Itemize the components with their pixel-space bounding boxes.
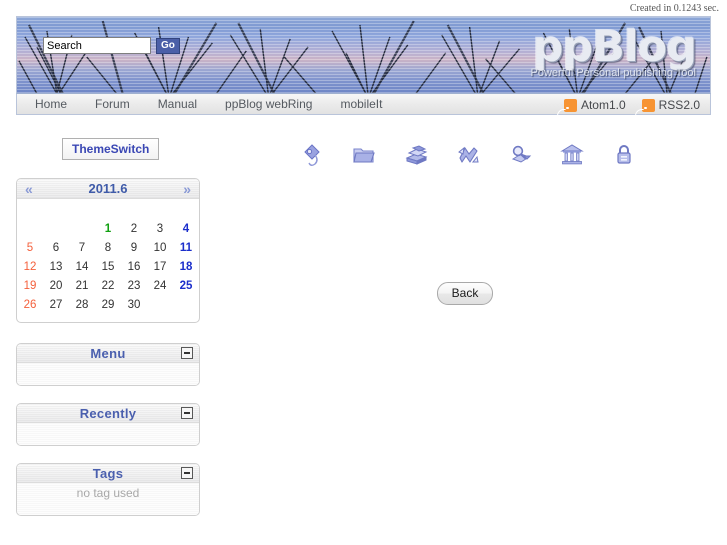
calendar-widget: « 2011.6 » 1 2 3 4 5 6 7 8 9 10 11 12 13 14 15 16 17 18 19… xyxy=(16,178,200,323)
calendar-day-cell[interactable]: 1 xyxy=(95,219,121,238)
calendar-week-row: 1234 xyxy=(17,219,199,238)
calendar-day-cell[interactable]: 12 xyxy=(17,257,43,276)
calendar-empty-cell xyxy=(17,219,43,238)
calendar-day-cell[interactable]: 9 xyxy=(121,238,147,257)
calendar-day-cell[interactable]: 20 xyxy=(43,276,69,295)
calendar-empty-cell xyxy=(69,219,95,238)
panel-tags-header: Tags xyxy=(17,464,199,483)
feed-links: Atom1.0 RSS2.0 xyxy=(548,94,700,116)
feed-link-rss-label: RSS2.0 xyxy=(658,98,700,112)
calendar-day-cell[interactable]: 8 xyxy=(95,238,121,257)
calendar-day-cell[interactable]: 23 xyxy=(121,276,147,295)
main-navigation-bar: Home Forum Manual ppBlog webRing mobileI… xyxy=(16,93,711,115)
feed-link-atom[interactable]: Atom1.0 xyxy=(563,98,626,112)
calendar-day-cell[interactable]: 28 xyxy=(69,295,95,314)
site-logo: ppBlog Powerful Personal-publishing Tool xyxy=(530,22,697,79)
calendar-header: « 2011.6 » xyxy=(17,179,199,199)
nav-item-forum[interactable]: Forum xyxy=(95,97,130,111)
calendar-day-cell[interactable]: 17 xyxy=(147,257,173,276)
panel-recently-header: Recently xyxy=(17,404,199,423)
site-logo-tagline: Powerful Personal-publishing Tool xyxy=(530,67,696,79)
nav-item-mobileit[interactable]: mobileIt xyxy=(340,97,382,111)
panel-tags-collapse-button[interactable] xyxy=(181,467,193,479)
panel-recently-collapse-button[interactable] xyxy=(181,407,193,419)
render-time-status: Created in 0.1243 sec. xyxy=(629,3,719,14)
calendar-day-cell[interactable]: 19 xyxy=(17,276,43,295)
panel-recently: Recently xyxy=(16,403,200,446)
site-banner: Go ppBlog Powerful Personal-publishing T… xyxy=(16,16,711,93)
feed-link-rss[interactable]: RSS2.0 xyxy=(641,98,700,112)
panel-menu-header: Menu xyxy=(17,344,199,363)
calendar-day-cell[interactable]: 27 xyxy=(43,295,69,314)
calendar-day-cell[interactable]: 15 xyxy=(95,257,121,276)
search-map-icon[interactable] xyxy=(508,142,532,168)
calendar-day-cell[interactable]: 21 xyxy=(69,276,95,295)
panel-menu: Menu xyxy=(16,343,200,386)
shuffle-icon[interactable] xyxy=(456,142,480,168)
content-icon-toolbar xyxy=(300,142,636,168)
panel-tags-title: Tags xyxy=(92,465,124,481)
calendar-day-cell[interactable]: 30 xyxy=(121,295,147,314)
calendar-day-cell[interactable]: 10 xyxy=(147,238,173,257)
calendar-weekday-header-row xyxy=(17,199,199,213)
calendar-prev-button[interactable]: « xyxy=(25,182,33,196)
rss-icon xyxy=(563,98,577,112)
calendar-day-cell[interactable]: 7 xyxy=(69,238,95,257)
panel-recently-body xyxy=(17,423,199,445)
panel-tags-body: no tag used xyxy=(17,483,199,515)
calendar-day-cell[interactable]: 4 xyxy=(173,219,199,238)
panel-menu-body xyxy=(17,363,199,385)
panel-menu-title: Menu xyxy=(90,345,126,361)
calendar-grid: 1 2 3 4 5 6 7 8 9 10 11 12 13 14 15 16 17 18 19 20 21 22 23 24 2… xyxy=(17,219,199,314)
site-logo-title: ppBlog xyxy=(532,22,697,72)
calendar-day-cell[interactable]: 5 xyxy=(17,238,43,257)
calendar-day-cell[interactable]: 13 xyxy=(43,257,69,276)
folder-icon[interactable] xyxy=(352,142,376,168)
calendar-day-cell[interactable]: 26 xyxy=(17,295,43,314)
calendar-week-row: 12 13 14 15 16 17 18 xyxy=(17,257,199,276)
calendar-title: 2011.6 xyxy=(88,181,128,196)
calendar-day-cell[interactable]: 11 xyxy=(173,238,199,257)
nav-item-ppblog-webring[interactable]: ppBlog webRing xyxy=(225,97,312,111)
feed-link-atom-label: Atom1.0 xyxy=(580,98,626,112)
panel-tags: Tags no tag used xyxy=(16,463,200,516)
nav-item-manual[interactable]: Manual xyxy=(158,97,197,111)
search-go-button[interactable]: Go xyxy=(156,37,180,54)
calendar-next-button[interactable]: » xyxy=(183,182,191,196)
site-banner-wrapper: Go ppBlog Powerful Personal-publishing T… xyxy=(16,16,711,115)
calendar-day-cell[interactable]: 18 xyxy=(173,257,199,276)
calendar-day-cell[interactable]: 3 xyxy=(147,219,173,238)
nav-links: Home Forum Manual ppBlog webRing mobileI… xyxy=(17,97,410,111)
rss-icon xyxy=(641,98,655,112)
calendar-day-cell[interactable]: 2 xyxy=(121,219,147,238)
panel-menu-collapse-button[interactable] xyxy=(181,347,193,359)
books-icon[interactable] xyxy=(404,142,428,168)
sidebar: « 2011.6 » 1 2 3 4 5 6 7 8 9 10 11 12 13 14 15 16 17 18 19… xyxy=(16,178,200,533)
search-input[interactable] xyxy=(43,37,151,54)
calendar-day-cell[interactable]: 25 xyxy=(173,276,199,295)
calendar-empty-cell xyxy=(43,219,69,238)
calendar-day-cell[interactable]: 29 xyxy=(95,295,121,314)
calendar-day-cell[interactable]: 6 xyxy=(43,238,69,257)
calendar-day-cell[interactable]: 14 xyxy=(69,257,95,276)
calendar-day-cell[interactable]: 24 xyxy=(147,276,173,295)
calendar-day-cell[interactable]: 22 xyxy=(95,276,121,295)
tag-icon[interactable] xyxy=(300,142,324,168)
calendar-empty-cell xyxy=(173,295,199,314)
lock-icon[interactable] xyxy=(612,142,636,168)
page-root: Created in 0.1243 sec. Search Go ppBlog … xyxy=(0,0,727,516)
search-form: Go xyxy=(43,37,180,54)
calendar-week-row: 5 6 7 8 9 10 11 xyxy=(17,238,199,257)
back-button-container: Back xyxy=(210,175,720,305)
calendar-week-row: 26 27 28 29 30 xyxy=(17,295,199,314)
calendar-empty-cell xyxy=(147,295,173,314)
calendar-week-row: 19 20 21 22 23 24 25 xyxy=(17,276,199,295)
calendar-day-cell[interactable]: 16 xyxy=(121,257,147,276)
bank-icon[interactable] xyxy=(560,142,584,168)
main-content: Back xyxy=(210,175,720,305)
back-button[interactable]: Back xyxy=(436,282,494,305)
panel-recently-title: Recently xyxy=(79,405,137,421)
theme-switch-button[interactable]: ThemeSwitch xyxy=(62,138,160,160)
nav-item-home[interactable]: Home xyxy=(35,97,67,111)
